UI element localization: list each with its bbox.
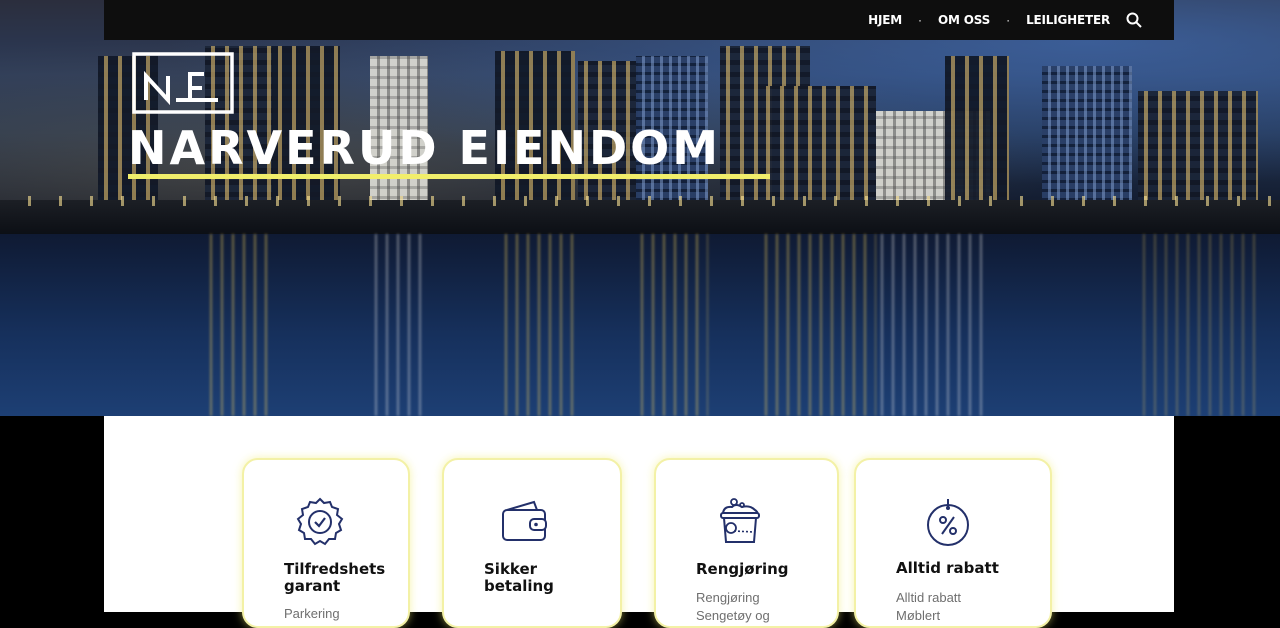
discount-tag-icon (927, 499, 969, 546)
brand-title: NARVERUD EIENDOM (128, 121, 722, 175)
water-reflection (760, 234, 876, 416)
feature-item: Rengjøring (696, 590, 760, 605)
nav-link-om-oss[interactable]: OM OSS (938, 13, 990, 27)
laundry-basket-icon (720, 498, 760, 543)
water-reflection (205, 234, 273, 416)
feature-title: Alltid rabatt (896, 559, 999, 577)
feature-cards: Tilfredshets garant Parkering Sikker betal… (104, 416, 1174, 628)
top-navigation: HJEM · OM OSS · LEILIGHETER (104, 0, 1174, 40)
feature-item: Alltid rabatt (896, 590, 962, 605)
ne-logo-mark[interactable] (132, 52, 234, 114)
water-reflection (370, 234, 428, 416)
shore-lights (0, 196, 1280, 206)
feature-item: Parkering (284, 606, 340, 621)
badge-check-icon (296, 497, 344, 546)
feature-card-secure-payment: Sikker betaling (442, 458, 622, 628)
feature-card-satisfaction: Tilfredshets garant Parkering (242, 458, 410, 628)
skyline-building (1042, 66, 1132, 216)
brand-underline (128, 174, 770, 179)
water-reflection (1138, 234, 1258, 416)
wallet-icon (502, 500, 547, 541)
search-icon[interactable] (1126, 12, 1142, 28)
water-reflection (636, 234, 708, 416)
water-reflection (876, 234, 990, 416)
feature-item: Sengetøy og (696, 608, 770, 623)
feature-card-discount: Alltid rabatt Alltid rabatt Møblert (854, 458, 1052, 628)
feature-item: Møblert (896, 608, 941, 623)
feature-title: Sikker betaling (484, 560, 554, 595)
feature-title: Tilfredshets garant (284, 560, 386, 595)
nav-separator: · (917, 13, 922, 27)
feature-title: Rengjøring (696, 560, 789, 578)
feature-card-cleaning: Rengjøring Rengjøring Sengetøy og (654, 458, 839, 628)
nav-link-leiligheter[interactable]: LEILIGHETER (1026, 13, 1110, 27)
water-reflection (500, 234, 575, 416)
hero-banner: NARVERUD EIENDOM (0, 0, 1280, 416)
nav-link-hjem[interactable]: HJEM (868, 13, 902, 27)
nav-separator: · (1006, 13, 1011, 27)
features-section: Tilfredshets garant Parkering Sikker betal… (104, 416, 1174, 628)
skyline-building (945, 56, 1009, 216)
